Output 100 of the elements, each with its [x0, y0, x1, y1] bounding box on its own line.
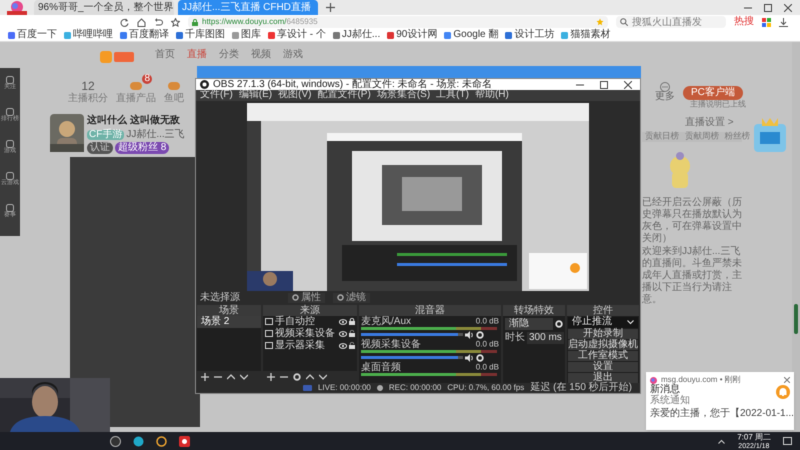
- control-button[interactable]: 工作室模式: [568, 350, 638, 361]
- bookmark-link[interactable]: 享设计 - 个: [268, 30, 326, 40]
- undo-icon[interactable]: [154, 18, 163, 26]
- gear-icon[interactable]: [555, 320, 563, 328]
- bookmark-link[interactable]: 90设计网: [387, 30, 438, 40]
- close-icon[interactable]: [624, 80, 632, 89]
- source-item[interactable]: 视频采集设备: [263, 328, 357, 340]
- bookmark-link[interactable]: JJ郝仕...: [332, 30, 380, 40]
- bookmark-link[interactable]: 百度一下: [8, 30, 57, 40]
- gear-icon[interactable]: [476, 330, 484, 339]
- dock-title: 控件: [567, 304, 639, 316]
- control-button[interactable]: 退出: [568, 372, 638, 383]
- stat-label: 主播积分: [68, 94, 108, 104]
- notification-card[interactable]: msg.douyu.com • 刚刚 新消息 系统通知 亲爱的主播，您于【2022-01-1...: [646, 372, 794, 430]
- reload-icon[interactable]: [120, 18, 129, 26]
- transition-dropdown[interactable]: 渐隐: [505, 318, 553, 330]
- browser-logo-icon: [4, 0, 30, 15]
- move-up-icon[interactable]: [227, 372, 235, 381]
- eye-icon[interactable]: [339, 342, 347, 349]
- client-download-button[interactable]: PC客户端: [683, 86, 743, 100]
- speaker-icon[interactable]: [465, 330, 474, 339]
- sidebar-icon: [6, 204, 14, 212]
- control-button[interactable]: 开始录制: [568, 328, 638, 339]
- scrollbar[interactable]: [792, 42, 800, 432]
- menu-item[interactable]: 编辑(E): [238, 90, 272, 100]
- add-icon[interactable]: [267, 372, 275, 381]
- close-icon[interactable]: [784, 4, 792, 12]
- maximize-icon[interactable]: [600, 80, 608, 89]
- taskbar-app-icon[interactable]: [133, 436, 144, 446]
- new-tab-icon[interactable]: [326, 3, 335, 12]
- move-down-icon[interactable]: [240, 372, 248, 381]
- duration-field[interactable]: 300 ms: [527, 332, 564, 344]
- taskbar-app-icon[interactable]: [179, 436, 190, 446]
- bookmark-icon: [268, 32, 275, 38]
- search-icon: [620, 18, 628, 26]
- chevron-up-icon[interactable]: [718, 438, 725, 444]
- download-icon[interactable]: [779, 18, 788, 26]
- search-field[interactable]: 搜狐火山直播发: [616, 16, 726, 28]
- volume-slider[interactable]: [361, 333, 463, 336]
- menu-item[interactable]: 场景集合(S): [376, 90, 430, 100]
- bookmark-link[interactable]: 哔哩哔哩: [64, 30, 113, 40]
- stat-value: 12: [81, 80, 95, 92]
- control-button[interactable]: 启动虚拟摄像机: [568, 340, 638, 350]
- notification-center-icon[interactable]: [783, 436, 792, 446]
- eye-icon[interactable]: [339, 330, 347, 337]
- eye-icon[interactable]: [339, 318, 347, 325]
- move-down-icon[interactable]: [319, 372, 327, 381]
- maximize-icon[interactable]: [764, 4, 772, 12]
- scene-item[interactable]: 场景 2: [197, 316, 261, 328]
- bookmark-icon: [444, 32, 452, 38]
- lock-icon[interactable]: [349, 318, 355, 326]
- bookmark-link[interactable]: 图库: [232, 30, 261, 40]
- source-item[interactable]: 手自动控: [263, 316, 357, 328]
- gear-icon: [337, 294, 344, 302]
- bookmark-link[interactable]: Google 翻: [444, 30, 498, 40]
- site-icon: [650, 376, 657, 384]
- gear-icon[interactable]: [293, 372, 301, 381]
- speaker-icon[interactable]: [465, 354, 474, 362]
- bookmark-icon: [505, 32, 512, 38]
- stat-icon: [128, 80, 144, 92]
- bookmark-star-icon[interactable]: [596, 18, 604, 26]
- menu-item[interactable]: 帮助(H): [474, 90, 509, 100]
- bookmark-icon: [64, 32, 71, 38]
- gear-icon[interactable]: [476, 354, 484, 362]
- menu-item[interactable]: 视图(V): [278, 90, 312, 100]
- menu-item[interactable]: 文件(F): [200, 90, 233, 100]
- apps-icon[interactable]: [762, 18, 771, 26]
- move-up-icon[interactable]: [306, 372, 314, 381]
- source-tool-button[interactable]: 属性: [288, 292, 325, 303]
- control-button[interactable]: 设置: [568, 362, 638, 372]
- cpu-status: CPU: 0.7%, 60.00 fps: [447, 384, 524, 392]
- stream-dropdown[interactable]: 停止推流: [568, 316, 638, 328]
- add-icon[interactable]: [201, 372, 209, 381]
- sidebar-icon: [6, 140, 14, 148]
- lock-icon: [192, 18, 198, 26]
- bookmark-icon: [232, 32, 239, 38]
- source-item[interactable]: 显示器采集: [263, 340, 357, 352]
- bookmark-icon: [332, 32, 340, 38]
- taskbar-app-icon[interactable]: [156, 436, 167, 446]
- tag: 超级粉丝 8: [115, 142, 170, 154]
- notification-source: msg.douyu.com • 刚刚: [661, 376, 741, 384]
- bookmark-link[interactable]: 猫猫素材: [561, 30, 610, 40]
- bookmark-link[interactable]: 设计工坊: [505, 30, 554, 40]
- home-icon[interactable]: [137, 18, 146, 26]
- bookmark-link[interactable]: 百度翻译: [120, 30, 169, 40]
- star-icon[interactable]: [171, 18, 180, 26]
- bookmark-link[interactable]: 千库图图: [176, 30, 225, 40]
- close-icon[interactable]: [784, 377, 790, 383]
- menu-item[interactable]: 工具(T): [436, 90, 469, 100]
- hot-search-label[interactable]: 热搜: [734, 17, 754, 27]
- volume-slider[interactable]: [361, 356, 463, 360]
- taskbar-app-icon[interactable]: [110, 436, 121, 446]
- menu-item[interactable]: 配置文件(P): [317, 90, 371, 100]
- browser-tab[interactable]: 96%哥哥_一个全员，整个世界: [34, 0, 174, 15]
- bookmark-icon: [561, 32, 568, 38]
- unlock-icon[interactable]: [349, 342, 355, 350]
- address-bar[interactable]: https://www.douyu.com/6485935: [188, 16, 608, 28]
- bell-icon: [776, 385, 790, 399]
- unlock-icon[interactable]: [349, 330, 355, 338]
- source-tool-button[interactable]: 滤镜: [333, 292, 370, 303]
